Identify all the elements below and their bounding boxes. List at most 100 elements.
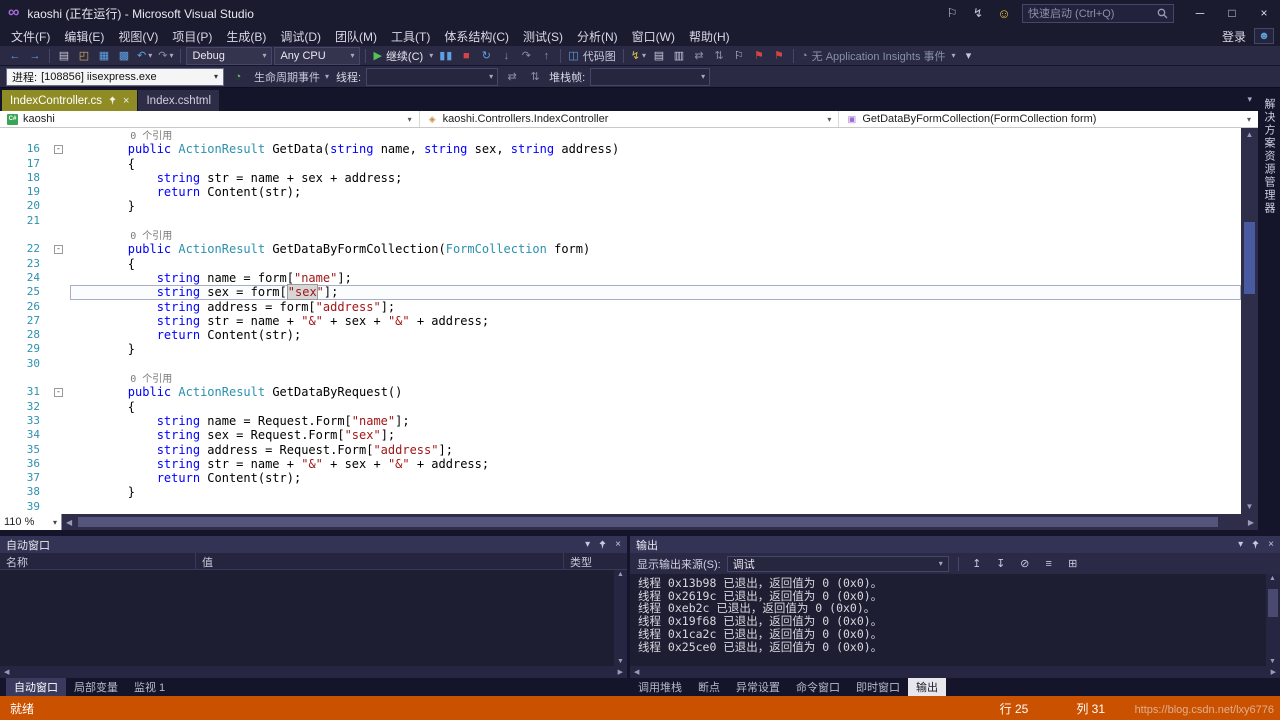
tool-tab[interactable]: 局部变量 — [66, 678, 126, 696]
scroll-left-icon[interactable]: ◀ — [634, 668, 639, 676]
scroll-down-icon[interactable]: ▼ — [1241, 501, 1258, 513]
notifications-flag-icon[interactable]: ⚐ — [944, 6, 960, 20]
menu-item[interactable]: 项目(P) — [165, 26, 219, 46]
autos-title-bar[interactable]: 自动窗口 ▾ × — [0, 536, 627, 553]
clear-all-icon[interactable]: ⊘ — [1016, 555, 1034, 573]
scrollbar-thumb[interactable] — [1244, 222, 1255, 294]
menu-item[interactable]: 视图(V) — [111, 26, 165, 46]
code-text[interactable]: public ActionResult GetDataByFormCollect… — [70, 242, 1241, 256]
tool-tab[interactable]: 即时窗口 — [848, 678, 908, 696]
tool-tab[interactable]: 自动窗口 — [6, 678, 66, 696]
code-text[interactable] — [70, 214, 1241, 228]
step-over-icon[interactable]: ↷ — [517, 47, 535, 65]
tab-close-icon[interactable]: × — [123, 95, 129, 107]
code-text[interactable]: return Content(str); — [70, 328, 1241, 342]
fold-collapse-control[interactable]: - — [46, 142, 70, 156]
send-a-smile-icon[interactable]: ☺ — [996, 6, 1012, 21]
next-thread-icon[interactable]: ⇅ — [526, 68, 544, 86]
code-text[interactable] — [70, 357, 1241, 371]
close-button[interactable]: × — [1248, 0, 1280, 26]
code-text[interactable]: } — [70, 199, 1241, 213]
collapse-minus-icon[interactable]: - — [54, 245, 63, 254]
fold-collapse-control[interactable]: - — [46, 385, 70, 399]
lifecycle-events-dropdown[interactable]: 生命周期事件▾ — [252, 68, 331, 86]
menu-item[interactable]: 调试(D) — [273, 26, 328, 46]
code-text[interactable]: string str = name + "&" + sex + "&" + ad… — [70, 314, 1241, 328]
menu-item[interactable]: 生成(B) — [219, 26, 273, 46]
open-file-icon[interactable]: ◰ — [75, 47, 93, 65]
stack-frame-dropdown[interactable]: ▾ — [590, 68, 710, 86]
scrollbar-thumb[interactable] — [78, 517, 1218, 527]
code-text[interactable]: 0 个引用 — [70, 228, 1241, 242]
navigate-forward-icon[interactable]: → — [26, 47, 44, 65]
scroll-left-icon[interactable]: ◀ — [4, 668, 9, 676]
type-dropdown[interactable]: ◈ kaoshi.Controllers.IndexController ▾ — [420, 111, 840, 127]
autos-column-header[interactable]: 名称 — [0, 553, 196, 569]
menu-item[interactable]: 工具(T) — [384, 26, 437, 46]
code-text[interactable]: { — [70, 157, 1241, 171]
pin-icon[interactable] — [598, 540, 607, 550]
scroll-right-icon[interactable]: ▶ — [618, 668, 623, 676]
collapse-minus-icon[interactable]: - — [54, 388, 63, 397]
output-source-dropdown[interactable]: 调试 ▾ — [727, 556, 949, 572]
new-file-icon[interactable]: ▤ — [55, 47, 73, 65]
step-into-icon[interactable]: ↓ — [497, 47, 515, 65]
code-text[interactable]: { — [70, 400, 1241, 414]
application-insights-button[interactable]: ◔无 Application Insights 事件▾ — [799, 47, 958, 65]
process-dropdown[interactable]: 进程: [108856] iisexpress.exe ▾ — [6, 68, 224, 86]
redo-icon[interactable]: ↷▾ — [156, 47, 175, 65]
window-position-icon[interactable]: ▾ — [1238, 539, 1243, 550]
scroll-down-icon[interactable]: ▼ — [617, 658, 624, 665]
code-text[interactable]: { — [70, 257, 1241, 271]
code-text[interactable]: string str = name + sex + address; — [70, 171, 1241, 185]
navigate-back-icon[interactable]: ← — [6, 47, 24, 65]
quick-launch-search[interactable]: 快速启动 (Ctrl+Q) — [1022, 4, 1174, 23]
flagged-thread-icon[interactable]: ⚑ — [750, 47, 768, 65]
code-text[interactable]: public ActionResult GetDataByRequest() — [70, 385, 1241, 399]
doc-tab[interactable]: Index.cshtml — [138, 90, 219, 111]
scroll-left-icon[interactable]: ◀ — [66, 514, 72, 530]
step-out-icon[interactable]: ↑ — [537, 47, 555, 65]
output-title-bar[interactable]: 输出 ▾ × — [630, 536, 1280, 553]
tool-tab[interactable]: 输出 — [908, 678, 946, 696]
code-text[interactable] — [70, 500, 1241, 514]
code-text[interactable]: 0 个引用 — [70, 128, 1241, 142]
code-text[interactable]: } — [70, 342, 1241, 356]
menu-item[interactable]: 编辑(E) — [57, 26, 111, 46]
scrollbar-thumb[interactable] — [1268, 589, 1278, 617]
menu-item[interactable]: 测试(S) — [516, 26, 570, 46]
menu-item[interactable]: 文件(F) — [4, 26, 57, 46]
code-text[interactable]: } — [70, 485, 1241, 499]
scroll-right-icon[interactable]: ▶ — [1248, 514, 1254, 530]
code-text[interactable]: return Content(str); — [70, 471, 1241, 485]
output-vertical-scrollbar[interactable]: ▲ ▼ — [1266, 574, 1280, 666]
tool-tab[interactable]: 调用堆栈 — [630, 678, 690, 696]
toolbar-overflow-icon[interactable]: ▾ — [960, 47, 978, 65]
save-all-icon[interactable]: ▩ — [115, 47, 133, 65]
member-dropdown[interactable]: ▣ GetDataByFormCollection(FormCollection… — [839, 111, 1258, 127]
code-text[interactable]: string name = Request.Form["name"]; — [70, 414, 1241, 428]
show-flagged-only-icon[interactable]: ⚑ — [770, 47, 788, 65]
project-dropdown[interactable]: C# kaoshi ▾ — [0, 111, 420, 127]
menu-item[interactable]: 帮助(H) — [682, 26, 737, 46]
menu-item[interactable]: 体系结构(C) — [437, 26, 516, 46]
code-text[interactable]: 0 个引用 — [70, 371, 1241, 385]
tab-list-dropdown-icon[interactable]: ▾ — [1247, 94, 1258, 105]
autos-column-header[interactable]: 值 — [196, 553, 564, 569]
flag-threads-icon[interactable]: ⚐ — [730, 47, 748, 65]
output-horizontal-scrollbar[interactable]: ◀ ▶ — [630, 666, 1280, 678]
code-text[interactable]: string sex = form["sex"]; — [70, 285, 1241, 299]
document-outline-icon[interactable]: ▤ — [650, 47, 668, 65]
send-feedback-icon[interactable]: ↯ — [970, 6, 986, 20]
restart-icon[interactable]: ↻ — [477, 47, 495, 65]
tool-tab[interactable]: 监视 1 — [126, 678, 173, 696]
menu-item[interactable]: 分析(N) — [570, 26, 625, 46]
autos-horizontal-scrollbar[interactable]: ◀ ▶ — [0, 666, 627, 678]
pin-icon[interactable] — [108, 96, 117, 106]
previous-thread-icon[interactable]: ⇄ — [503, 68, 521, 86]
word-wrap-icon[interactable]: ≡ — [1040, 555, 1058, 573]
code-text[interactable]: string address = form["address"]; — [70, 300, 1241, 314]
output-lines[interactable]: 线程 0x13b98 已退出，返回值为 0 (0x0)。线程 0x2619c 已… — [630, 574, 1266, 666]
solution-platform-dropdown[interactable]: Any CPU▾ — [274, 47, 360, 65]
autos-vertical-scrollbar[interactable]: ▲ ▼ — [614, 570, 627, 666]
